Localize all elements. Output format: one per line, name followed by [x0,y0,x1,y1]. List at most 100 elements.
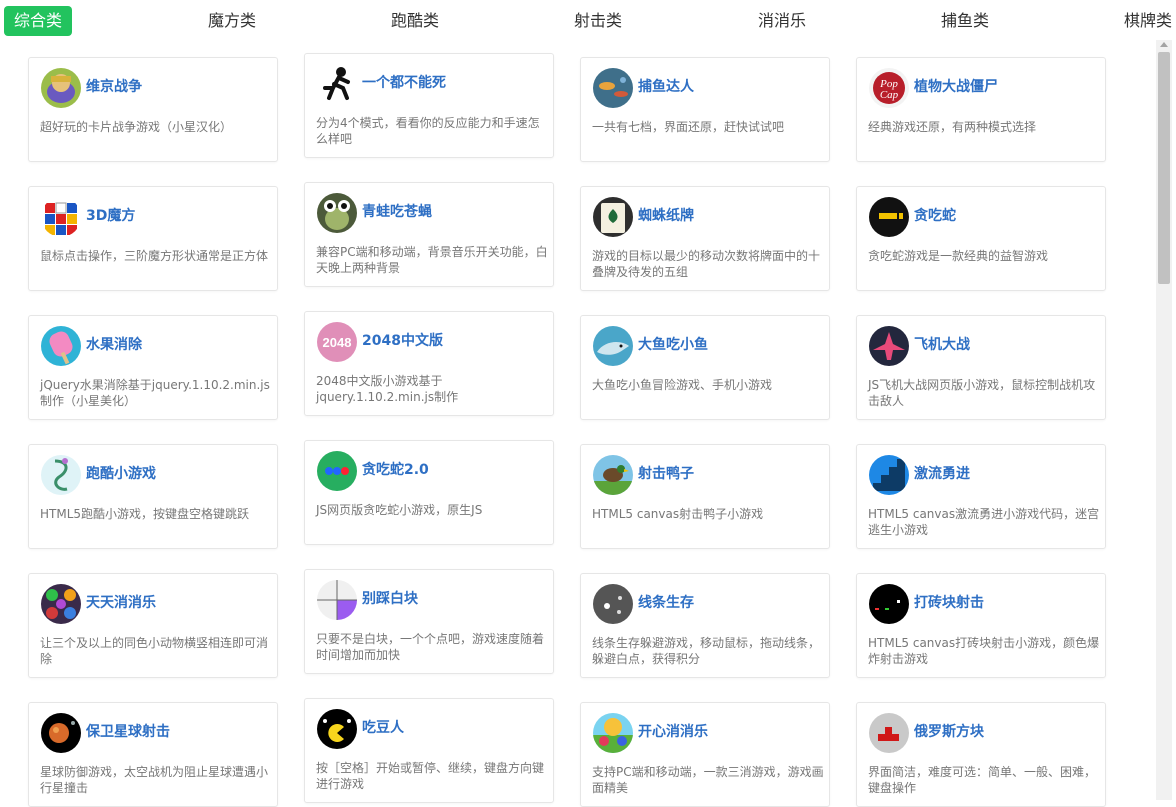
game-description: JS网页版贪吃蛇小游戏，原生JS [316,503,483,517]
game-card[interactable]: 线条生存线条生存躲避游戏，移动鼠标，拖动线条，躲避白点，获得积分 [580,573,830,678]
game-description: HTML5 canvas激流勇进小游戏代码，迷宫逃生小游戏 [868,507,1100,537]
game-title[interactable]: 线条生存 [638,592,694,612]
game-title[interactable]: 捕鱼达人 [638,76,694,96]
game-title[interactable]: 植物大战僵尸 [914,76,998,96]
game-card[interactable]: 跑酷小游戏 HTML5跑酷小游戏，按键盘空格键跳跃 [28,444,278,549]
tab-5[interactable]: 捕鱼类 [941,6,989,36]
game-description: 经典游戏还原，有两种模式选择 [868,120,1037,134]
game-title[interactable]: 贪吃蛇2.0 [362,459,429,479]
game-description: HTML5 canvas射击鸭子小游戏 [592,507,764,521]
game-card[interactable]: 3D魔方鼠标点击操作，三阶魔方形状通常是正方体 [28,186,278,291]
game-card[interactable]: 捕鱼达人一共有七档，界面还原，赶快试试吧 [580,57,830,162]
game-card[interactable]: 大鱼吃小鱼大鱼吃小鱼冒险游戏、手机小游戏 [580,315,830,420]
game-description: 兼容PC端和移动端，背景音乐开关功能，白天晚上两种背景 [316,245,548,275]
game-title[interactable]: 大鱼吃小鱼 [638,334,708,354]
game-card[interactable]: 飞机大战 JS飞机大战网页版小游戏，鼠标控制战机攻击敌人 [856,315,1106,420]
game-title[interactable]: 吃豆人 [362,717,404,737]
game-title[interactable]: 跑酷小游戏 [86,463,156,483]
game-card[interactable]: 打砖块射击 HTML5 canvas打砖块射击小游戏，颜色爆炸射击游戏 [856,573,1106,678]
fish-icon [593,68,633,108]
snake2-icon [317,451,357,491]
game-title[interactable]: 2048中文版 [362,330,443,350]
game-description: 大鱼吃小鱼冒险游戏、手机小游戏 [592,378,773,392]
viking-icon [41,68,81,108]
tab-3[interactable]: 射击类 [574,6,622,36]
game-title[interactable]: 3D魔方 [86,205,135,225]
game-description: 只要不是白块，一个个点吧，游戏速度随着时间增加而加快 [316,632,545,662]
game-card[interactable]: 贪吃蛇2.0 JS网页版贪吃蛇小游戏，原生JS [304,440,554,545]
tab-6[interactable]: 棋牌类 [1124,6,1172,36]
game-card[interactable]: 激流勇进 HTML5 canvas激流勇进小游戏代码，迷宫逃生小游戏 [856,444,1106,549]
game-title[interactable]: 一个都不能死 [362,72,446,92]
game-description: 界面简洁，难度可选：简单、一般、困难，键盘操作 [868,765,1097,795]
scroll-up-arrow-icon[interactable] [1160,42,1168,47]
svg-text:Cap: Cap [880,89,899,101]
game-description: 让三个及以上的同色小动物横竖相连即可消除 [40,636,269,666]
game-card[interactable]: Pop Cap 植物大战僵尸 经典游戏还原，有两种模式选择 [856,57,1106,162]
snake-icon [869,197,909,237]
game-card[interactable]: 水果消除 jQuery水果消除基于jquery.1.10.2.min.js制作（小… [28,315,278,420]
game-card[interactable]: 保卫星球射击星球防御游戏，太空战机为阻止星球遭遇小行星撞击 [28,702,278,807]
game-title[interactable]: 别踩白块 [362,588,418,608]
game-card[interactable]: 贪吃蛇贪吃蛇游戏是一款经典的益智游戏 [856,186,1106,291]
game-description: 超好玩的卡片战争游戏（小星汉化） [40,120,233,134]
cards-icon [593,197,633,237]
game-description: HTML5 canvas打砖块射击小游戏，颜色爆炸射击游戏 [868,636,1100,666]
game-description: 一共有七档，界面还原，赶快试试吧 [592,120,785,134]
game-description: 按［空格］开始或暂停、继续，键盘方向键进行游戏 [316,761,545,791]
dots-icon [593,584,633,624]
game-description: HTML5跑酷小游戏，按键盘空格键跳跃 [40,507,250,521]
tab-4[interactable]: 消消乐 [758,6,806,36]
shark-icon [593,326,633,366]
scrollbar-thumb[interactable] [1158,52,1170,284]
frog-icon [317,193,357,233]
game-title[interactable]: 维京战争 [86,76,142,96]
game-card[interactable]: 2048 2048中文版 2048中文版小游戏基于jquery.1.10.2.min… [304,311,554,416]
game-title[interactable]: 俄罗斯方块 [914,721,984,741]
parkour-icon [41,455,81,495]
game-card[interactable]: 维京战争超好玩的卡片战争游戏（小星汉化） [28,57,278,162]
scrollbar[interactable] [1156,40,1172,800]
game-card[interactable]: 吃豆人按［空格］开始或暂停、继续，键盘方向键进行游戏 [304,698,554,803]
game-card[interactable]: 开心消消乐 支持PC端和移动端，一款三消游戏，游戏画面精美 [580,702,830,807]
game-title[interactable]: 射击鸭子 [638,463,694,483]
game-title[interactable]: 天天消消乐 [86,592,156,612]
game-description: JS飞机大战网页版小游戏，鼠标控制战机攻击敌人 [868,378,1096,408]
tiles-icon [317,580,357,620]
tab-0[interactable]: 综合类 [4,6,73,36]
tab-2[interactable]: 跑酷类 [391,6,439,36]
game-title[interactable]: 保卫星球射击 [86,721,170,741]
game-title[interactable]: 打砖块射击 [914,592,984,612]
game-description: 分为4个模式，看看你的反应能力和手速怎么样吧 [316,116,540,146]
game-description: 贪吃蛇游戏是一款经典的益智游戏 [868,249,1049,263]
game-card[interactable]: 俄罗斯方块界面简洁，难度可选：简单、一般、困难，键盘操作 [856,702,1106,807]
game-card[interactable]: 蜘蛛纸牌游戏的目标以最少的移动次数将牌面中的十叠牌及待发的五组 [580,186,830,291]
category-tabs: 综合类 魔方类 跑酷类 射击类 消消乐 捕鱼类 棋牌类 [0,0,1176,40]
game-title[interactable]: 激流勇进 [914,463,970,483]
game-title[interactable]: 贪吃蛇 [914,205,956,225]
happy-match-icon [593,713,633,753]
game-card[interactable]: 别踩白块只要不是白块，一个个点吧，游戏速度随着时间增加而加快 [304,569,554,674]
tab-1[interactable]: 魔方类 [208,6,256,36]
game-card[interactable]: 天天消消乐让三个及以上的同色小动物横竖相连即可消除 [28,573,278,678]
rubiks-cube-icon [41,197,81,237]
animals-icon [41,584,81,624]
planet-icon [41,713,81,753]
game-description: jQuery水果消除基于jquery.1.10.2.min.js制作（小星美化） [40,378,270,408]
game-title[interactable]: 开心消消乐 [638,721,708,741]
game-description: 线条生存躲避游戏，移动鼠标，拖动线条，躲避白点，获得积分 [592,636,821,666]
game-description: 星球防御游戏，太空战机为阻止星球遭遇小行星撞击 [40,765,269,795]
game-description: 2048中文版小游戏基于jquery.1.10.2.min.js制作 [316,374,459,404]
game-title[interactable]: 青蛙吃苍蝇 [362,201,432,221]
game-title[interactable]: 水果消除 [86,334,142,354]
pacman-icon [317,709,357,749]
game-title[interactable]: 蜘蛛纸牌 [638,205,694,225]
popsicle-icon [41,326,81,366]
game-card[interactable]: 一个都不能死分为4个模式，看看你的反应能力和手速怎么样吧 [304,53,554,158]
game-title[interactable]: 飞机大战 [914,334,970,354]
game-card[interactable]: 射击鸭子 HTML5 canvas射击鸭子小游戏 [580,444,830,549]
game-description: 游戏的目标以最少的移动次数将牌面中的十叠牌及待发的五组 [592,249,821,279]
game-card[interactable]: 青蛙吃苍蝇兼容PC端和移动端，背景音乐开关功能，白天晚上两种背景 [304,182,554,287]
2048-icon: 2048 [317,322,357,362]
game-description: 鼠标点击操作，三阶魔方形状通常是正方体 [40,249,269,263]
